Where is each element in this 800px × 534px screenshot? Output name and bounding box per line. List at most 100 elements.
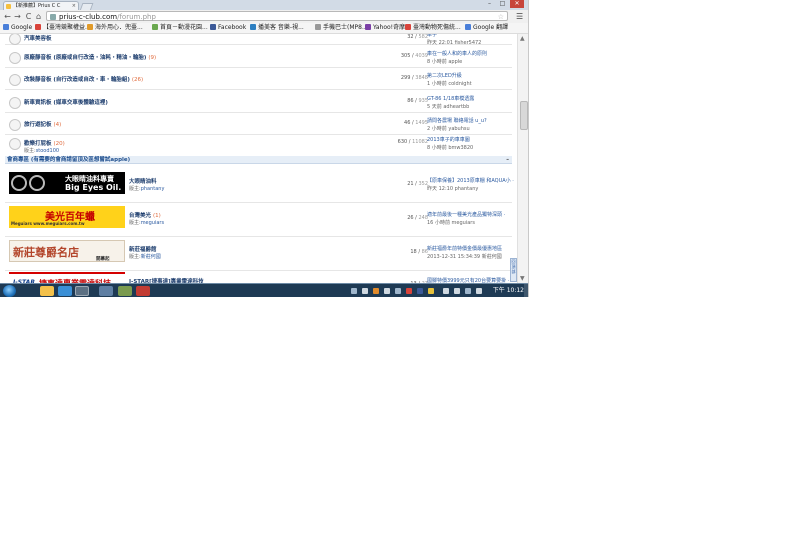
reload-button[interactable]: C [24, 11, 33, 22]
tray-icon[interactable] [395, 288, 401, 294]
tray-icon[interactable] [373, 288, 379, 294]
forum-title-link[interactable]: 汽車美容板 [24, 34, 52, 42]
forum-title-link[interactable]: 改裝靜音板 (自行改造或自改・車・輪胎組) (26) [24, 75, 143, 83]
home-button[interactable]: ⌂ [34, 11, 43, 22]
scrollbar-thumb[interactable] [520, 101, 528, 130]
tray-icon[interactable] [428, 288, 434, 294]
explorer-icon[interactable] [40, 286, 54, 296]
chrome-menu-icon[interactable]: ☰ [516, 12, 524, 21]
back-button[interactable]: ← [3, 11, 12, 22]
show-desktop-button[interactable] [524, 284, 528, 297]
bookmark-star-icon[interactable]: ☆ [498, 12, 504, 22]
sponsor-banner[interactable]: 捷事達專業雷達科技J-STAR [9, 272, 125, 283]
bookmark-item[interactable]: 海外用心．兜臺... [87, 23, 143, 33]
media-icon[interactable] [99, 286, 113, 296]
moderator-link[interactable]: 新莊何國 [141, 254, 161, 260]
sponsor-row[interactable]: 新莊尊爵名店 開幕起 新莊福爵館 版主:新莊何國 18 / 86 新莊福爵年前特價金價最… [5, 236, 512, 271]
forum-row[interactable]: 歡樂打屁板 (20) 版主:stood100 630 / 11082 2013車子的車… [5, 134, 512, 157]
tray-icon[interactable] [417, 288, 423, 294]
thread-count: 18 [410, 249, 417, 255]
address-bar[interactable]: prius-c-club.com/forum.php ☆ [46, 11, 508, 21]
forum-title-link[interactable]: 新車資訊板 (媒車交車後體驗這裡) [24, 98, 108, 106]
forum-row[interactable]: 汽車美容板 32 / 582 車子 昨天 22:01 fisher5472 [5, 34, 512, 46]
minimize-button[interactable]: – [484, 0, 495, 8]
tray-icon[interactable] [465, 288, 471, 294]
bookmark-item[interactable]: Yahoo!奇摩 [365, 23, 405, 33]
moderator-link[interactable]: phantany [141, 186, 165, 192]
tray-icon[interactable] [406, 288, 412, 294]
last-post-link[interactable]: GT-86 1/18車模透露 [427, 95, 474, 102]
bookmark-favicon-icon [87, 24, 93, 30]
bookmark-favicon-icon [465, 24, 471, 30]
sponsor-title-link[interactable]: 台灣美光 (1) [129, 211, 161, 219]
tire-logo-icon [29, 175, 45, 191]
last-post-link[interactable]: 【原車保養】2013原車棚 和AQUA小 · [427, 177, 514, 184]
back-to-top-widget[interactable]: 回頂部 [510, 258, 517, 282]
last-post-link[interactable]: 新莊福爵年前特價金價最優惠地區 [427, 245, 502, 252]
sponsor-moderator: 版主:新莊何國 [129, 253, 161, 260]
app-icon[interactable] [118, 286, 132, 296]
scroll-up-icon[interactable]: ▲ [520, 35, 525, 42]
sponsor-banner[interactable]: 大眼睛油料專賣 Big Eyes Oil. [9, 172, 125, 194]
vertical-scrollbar[interactable]: ▲ ▼ [517, 34, 528, 283]
bookmark-item[interactable]: 播美客 音樂-視... [250, 23, 304, 33]
last-post-link[interactable]: 2013車子的車車圖 [427, 136, 470, 143]
sponsor-row[interactable]: 捷事達專業雷達科技J-STARJ-STAR[捷事達]專業雷達科技 版主:雷達小子… [5, 268, 512, 283]
forum-title-link[interactable]: 原廠靜音板 (原廠或自行改造・油耗・精油・輪胎) (9) [24, 53, 156, 61]
thread-count: 630 [397, 139, 408, 145]
volume-icon[interactable] [454, 288, 460, 294]
last-post-link[interactable]: 車在一般人和的車人的原則 [427, 50, 487, 57]
forum-row[interactable]: 旅行遊記板 (4) 46 / 1495 請問各農場 聯絡電話 u_u? 2 小時前 y… [5, 112, 512, 135]
forum-row[interactable]: 改裝靜音板 (自行改造或自改・車・輪胎組) (26) 299 / 3848 第二次L… [5, 67, 512, 90]
forum-row[interactable]: 新車資訊板 (媒車交車後體驗這裡) 86 / 935 GT-86 1/18車模透露… [5, 90, 512, 113]
last-post-link[interactable]: 第二次LED升級 [427, 72, 462, 79]
tray-icon[interactable] [351, 288, 357, 294]
start-button[interactable] [3, 285, 16, 297]
bookmark-item[interactable]: Facebook [210, 23, 246, 33]
chrome-taskbar-button[interactable] [75, 286, 89, 296]
ie-icon[interactable] [58, 286, 72, 296]
network-icon[interactable] [443, 288, 449, 294]
tab-forum[interactable]: 【新推薦】Prius C C × [3, 1, 79, 10]
sponsor-title-link[interactable]: 大眼睛油料 [129, 177, 157, 185]
sponsor-stats: 18 / 86 [410, 249, 428, 255]
sponsor-row[interactable]: 美光百年蠟 Meguiars www.meguiars.com.tw 台灣美光 (1… [5, 202, 512, 237]
tab-close-icon[interactable]: × [72, 2, 76, 10]
last-post-link[interactable]: 車子 [427, 34, 437, 38]
tray-icon[interactable] [362, 288, 368, 294]
tray-icon[interactable] [384, 288, 390, 294]
sponsor-banner[interactable]: 美光百年蠟 Meguiars www.meguiars.com.tw [9, 206, 125, 228]
forward-button[interactable]: → [13, 11, 22, 22]
moderator-label: 版主: [129, 186, 141, 192]
sponsor-row[interactable]: 大眼睛油料專賣 Big Eyes Oil. 大眼睛油料 版主:phantany 21 … [5, 168, 514, 203]
maximize-button[interactable]: □ [497, 0, 508, 8]
tray-icon[interactable] [476, 288, 482, 294]
player-icon[interactable] [136, 286, 150, 296]
scroll-down-icon[interactable]: ▼ [520, 275, 525, 282]
sponsor-section-header[interactable]: 會商專區 (有需要的會商請留頂及區想嘗試apple) – [5, 156, 512, 164]
bookmark-label: 海外用心．兜臺... [95, 24, 143, 31]
bookmark-item[interactable]: Google [3, 23, 32, 33]
sponsor-moderator: 版主:phantany [129, 185, 164, 192]
bookmark-item[interactable]: 臺灣動物死傷統... [405, 23, 461, 33]
last-post-link[interactable]: 請問各農場 聯絡電話 u_u? [427, 117, 487, 124]
close-window-button[interactable]: ✕ [510, 0, 524, 8]
bookmark-item[interactable]: 首頁－動漫花園... [152, 23, 208, 33]
moderator-link[interactable]: stood100 [36, 148, 59, 154]
bookmarks-bar: Google 【臺灣競聚權益... 海外用心．兜臺... 首頁－動漫花園... Face… [0, 23, 528, 34]
forum-title-link[interactable]: 歡樂打屁板 (20) [24, 139, 65, 147]
last-post-link[interactable]: 適年前最後一種美光產品獨特深頭 · [427, 211, 505, 218]
bookmark-item[interactable]: Google 翻譯 [465, 23, 508, 33]
moderator-link[interactable]: meguiars [141, 220, 164, 226]
forum-title-link[interactable]: 旅行遊記板 (4) [24, 120, 61, 128]
bookmark-item[interactable]: 手機巴士(MP8... [315, 23, 368, 33]
collapse-icon[interactable]: – [506, 156, 509, 164]
banner-main-text: 新莊尊爵名店 [13, 246, 79, 259]
sponsor-banner[interactable]: 新莊尊爵名店 開幕起 [9, 240, 125, 262]
bookmark-item[interactable]: 【臺灣競聚權益... [35, 23, 91, 33]
system-clock[interactable]: 下午 10:12 [493, 285, 524, 297]
forum-row[interactable]: 原廠靜音板 (原廠或自行改造・油耗・精油・輪胎) (9) 305 / 4039 車在… [5, 45, 512, 68]
thread-count: 26 [407, 215, 414, 221]
sponsor-title-link[interactable]: 新莊福爵館 [129, 245, 157, 253]
forum-stats: 299 / 3848 [400, 75, 428, 81]
